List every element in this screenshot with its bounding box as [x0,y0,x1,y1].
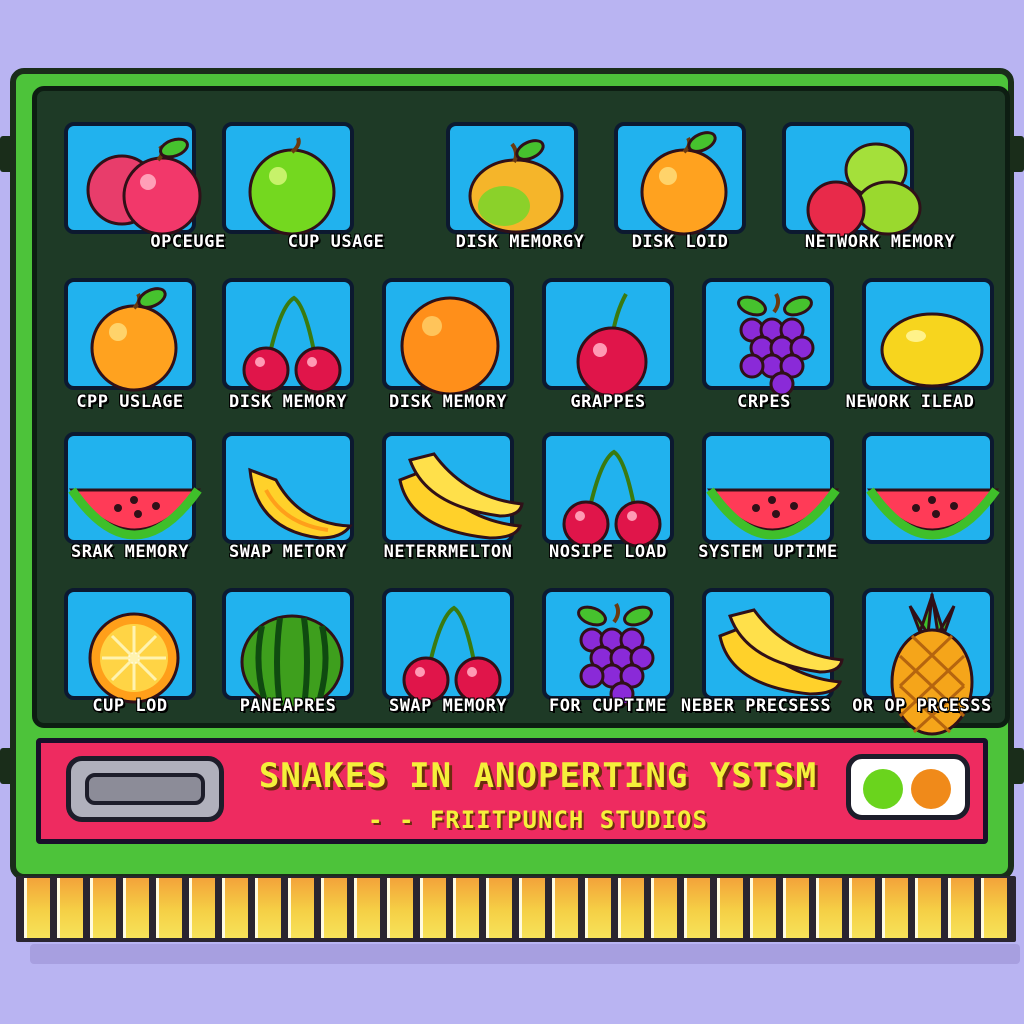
orange-led-icon [911,769,951,809]
fruit-tile[interactable] [702,278,834,397]
connector-pin [585,878,611,938]
fruit-tile[interactable] [446,122,578,234]
tile-label: DISK LOID [631,232,729,252]
connector-pin [255,878,281,938]
tile-label: SWAP MEMORY [388,696,508,716]
connector-pin [123,878,149,938]
indicator-lights [846,754,970,820]
tile-label: DISK MEMORY [388,392,508,412]
tile-label: OR OP PRCESSS [852,696,992,716]
connector-pin [189,878,215,938]
tile-label: DISK MEMORY [228,392,348,412]
tile-label: NEWORK ILEAD [845,392,975,412]
tile-label: DISK MEMORGY [455,232,585,252]
connector-pin [24,878,50,938]
tile-label: NEBER PRECSESS [680,696,832,716]
connector-pin [915,878,941,938]
fruit-tile[interactable] [382,588,514,704]
fruit-tile[interactable] [542,588,674,707]
green-led-icon [863,769,903,809]
fruit-tile[interactable] [542,432,674,548]
connector-pin [387,878,413,938]
tile-label: GRAPPES [570,392,646,412]
fruit-tile[interactable] [862,588,994,736]
connector-pin [981,878,1007,938]
fruit-tile[interactable] [862,278,994,390]
fruit-tile[interactable] [222,432,354,544]
fruit-tile[interactable] [64,278,196,392]
connector-pin [420,878,446,938]
connector-pin [519,878,545,938]
connector-pin [948,878,974,938]
connector-pin [321,878,347,938]
fruit-tile[interactable] [702,588,844,700]
fruit-tile[interactable] [382,432,524,544]
slot-recess [85,773,205,805]
tile-label: SYSTEM UPTIME [698,542,838,562]
connector-pin [90,878,116,938]
connector-pin [651,878,677,938]
fruit-tile[interactable] [614,122,746,236]
fruit-tile[interactable] [222,122,354,236]
cartridge-shadow [30,944,1020,964]
tile-label: SWAP METORY [228,542,348,562]
connector-pin [354,878,380,938]
tile-label: NOSIPE LOAD [548,542,668,562]
connector-pin [684,878,710,938]
fruit-tile[interactable] [64,588,196,704]
connector-pin [453,878,479,938]
fruit-tile[interactable] [862,432,1000,544]
connector-pin [816,878,842,938]
tile-label: CUP USAGE [287,232,385,252]
connector-pin [222,878,248,938]
side-notch-left [0,136,14,172]
side-notch-right [1010,136,1024,172]
connector-pin [552,878,578,938]
fruit-tile[interactable] [64,432,202,544]
tile-label: CUP LOD [92,696,168,716]
fruit-tile[interactable] [222,588,354,710]
fruit-tile[interactable] [542,278,674,398]
connector-pin [486,878,512,938]
connector-pin [288,878,314,938]
tile-label: NETERRMELTON [383,542,513,562]
connector-pin [783,878,809,938]
connector-pin [57,878,83,938]
game-title: SNAKES IN ANOPERTING YSTSM [258,756,818,796]
side-notch-right [1010,748,1024,784]
fruit-tile[interactable] [782,122,922,240]
watermelon-slice-icon [866,487,1000,540]
connector-pin [618,878,644,938]
connector-pin [156,878,182,938]
tile-label: CPP USLAGE [76,392,184,412]
side-notch-left [0,748,14,784]
connector-pin [750,878,776,938]
connector-pin [717,878,743,938]
fruit-tile[interactable] [64,122,202,236]
tile-label: SRAK MEMORY [70,542,190,562]
fruit-tile[interactable] [222,278,354,394]
tile-label: PANEAPRES [239,696,337,716]
connector-pin [849,878,875,938]
publisher-name: - - FRIITPUNCH STUDIOS [368,806,708,834]
fruit-tile[interactable] [702,432,840,544]
fruit-tile[interactable] [382,278,514,396]
cartridge-slot-button[interactable] [66,756,224,822]
connector-pin [882,878,908,938]
tile-label: NETWORK MEMORY [804,232,956,252]
